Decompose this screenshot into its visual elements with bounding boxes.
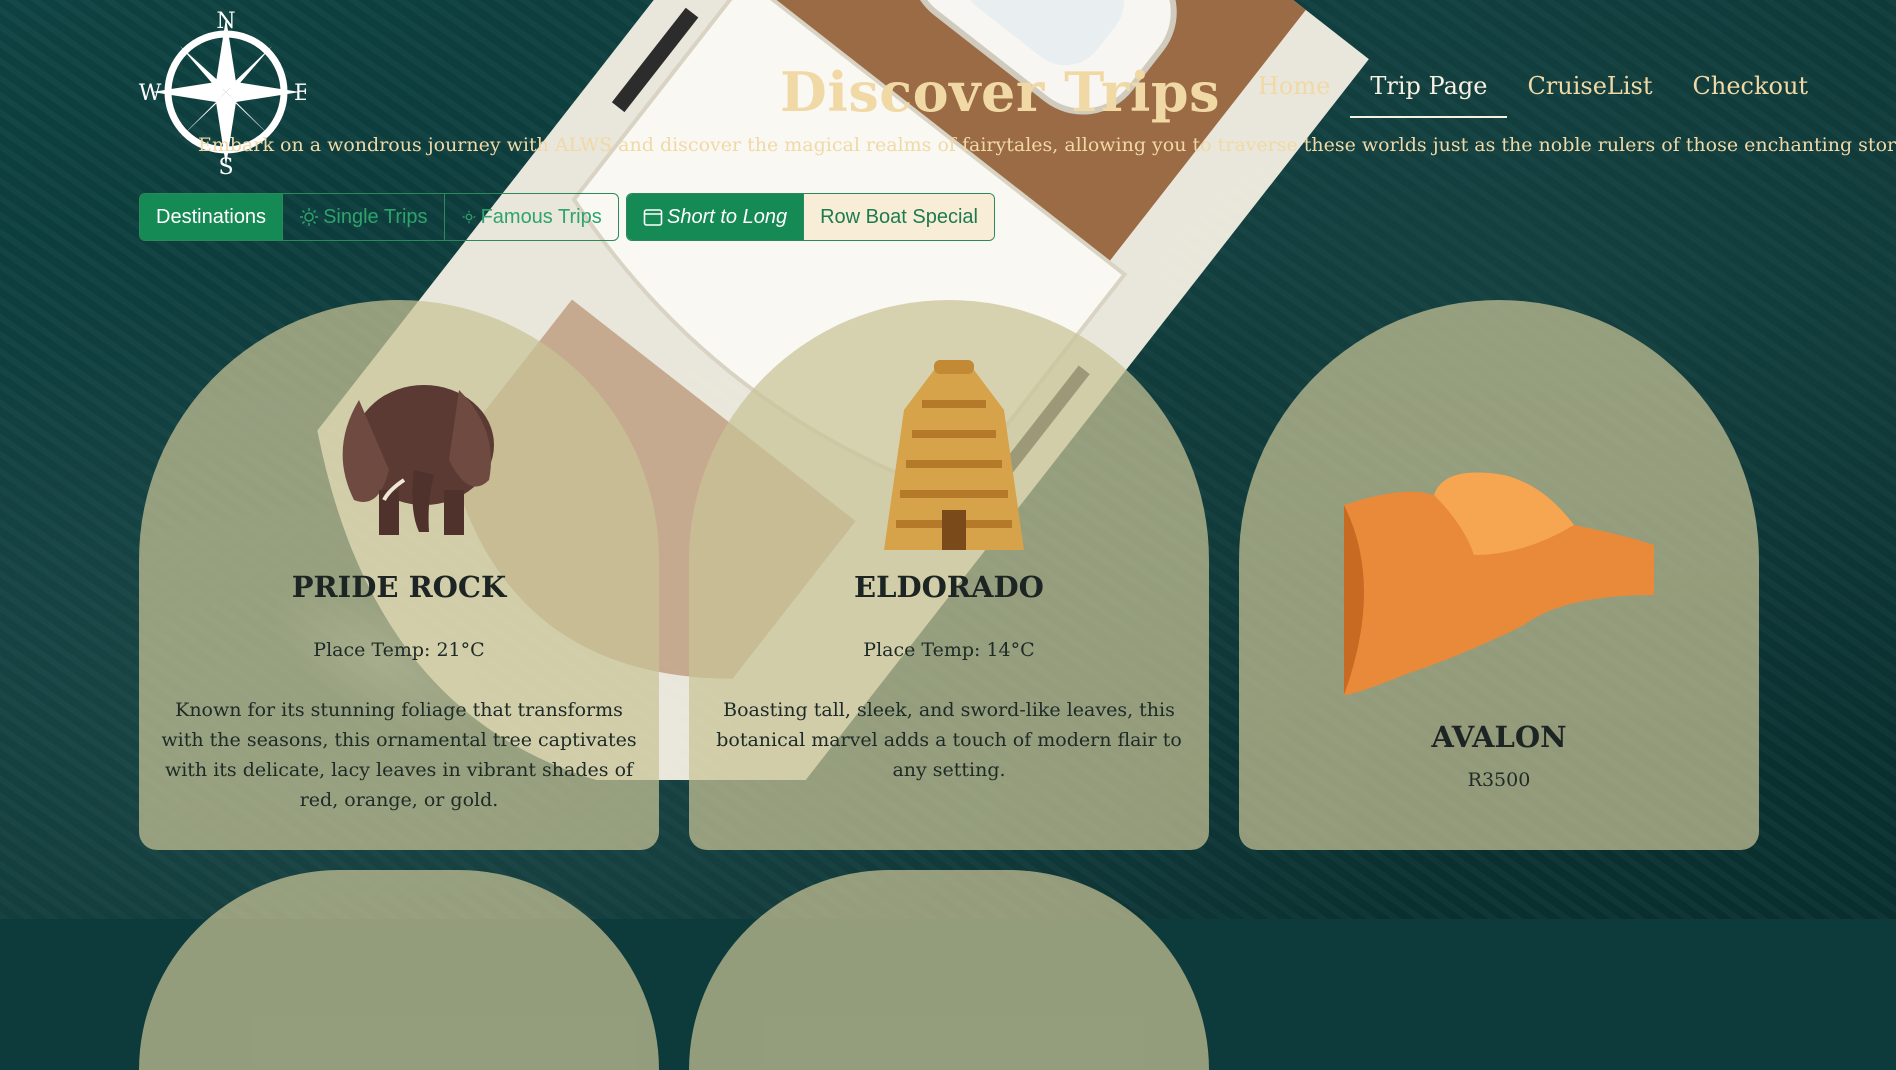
row-boat-special-label: Row Boat Special — [820, 205, 978, 228]
elephant-image — [342, 385, 494, 535]
nav-trip-page[interactable]: Trip Page — [1350, 62, 1508, 118]
famous-trips-button[interactable]: Famous Trips — [445, 194, 618, 240]
famous-trips-label: Famous Trips — [480, 205, 602, 228]
filter-group-sort: Short to Long Row Boat Special — [626, 193, 995, 241]
filter-group-category: Destinations Single Trips Famous Trips — [139, 193, 619, 241]
golden-temple-image — [884, 360, 1024, 550]
row-boat-special-button[interactable]: Row Boat Special — [804, 194, 994, 240]
nav-checkout[interactable]: Checkout — [1673, 62, 1829, 118]
single-trips-button[interactable]: Single Trips — [283, 194, 445, 240]
destinations-label: Destinations — [156, 205, 267, 228]
tagline: Embark on a wondrous journey with ALWS a… — [198, 134, 1896, 156]
card-title: PRIDE ROCK — [291, 570, 507, 604]
card-title: AVALON — [1431, 720, 1567, 754]
card-description: Boasting tall, sleek, and sword-like lea… — [716, 699, 1182, 781]
destination-card-avalon[interactable]: AVALON R3500 — [1239, 300, 1759, 850]
compass-north: N — [216, 9, 235, 34]
nav-cruiselist[interactable]: CruiseList — [1507, 62, 1672, 118]
sun-icon — [300, 208, 319, 226]
destination-card-pride-rock[interactable]: PRIDE ROCK Place Temp: 21°C Known for it… — [139, 300, 659, 850]
orange-dune-image — [1344, 472, 1654, 695]
short-to-long-button[interactable]: Short to Long — [627, 194, 805, 240]
calendar-icon — [643, 209, 663, 226]
nav-home[interactable]: Home — [1238, 62, 1350, 118]
page-title: Discover Trips — [780, 60, 1221, 124]
short-to-long-label: Short to Long — [667, 205, 788, 228]
destination-card-eldorado[interactable]: ELDORADO Place Temp: 14°C Boasting tall,… — [689, 300, 1209, 850]
single-trips-label: Single Trips — [323, 205, 428, 228]
card-temp: Place Temp: 21°C — [313, 639, 485, 661]
compass-east: E — [294, 81, 306, 106]
sun-small-icon — [462, 210, 475, 224]
card-temp: Place Temp: 14°C — [863, 639, 1035, 661]
compass-west: W — [139, 81, 162, 106]
compass-south: S — [218, 155, 233, 176]
destinations-button[interactable]: Destinations — [140, 194, 284, 240]
card-price: R3500 — [1467, 769, 1531, 791]
card-title: ELDORADO — [854, 570, 1044, 604]
card-description: Known for its stunning foliage that tran… — [161, 699, 637, 811]
main-nav: Home Trip Page CruiseList Checkout — [1238, 62, 1828, 118]
